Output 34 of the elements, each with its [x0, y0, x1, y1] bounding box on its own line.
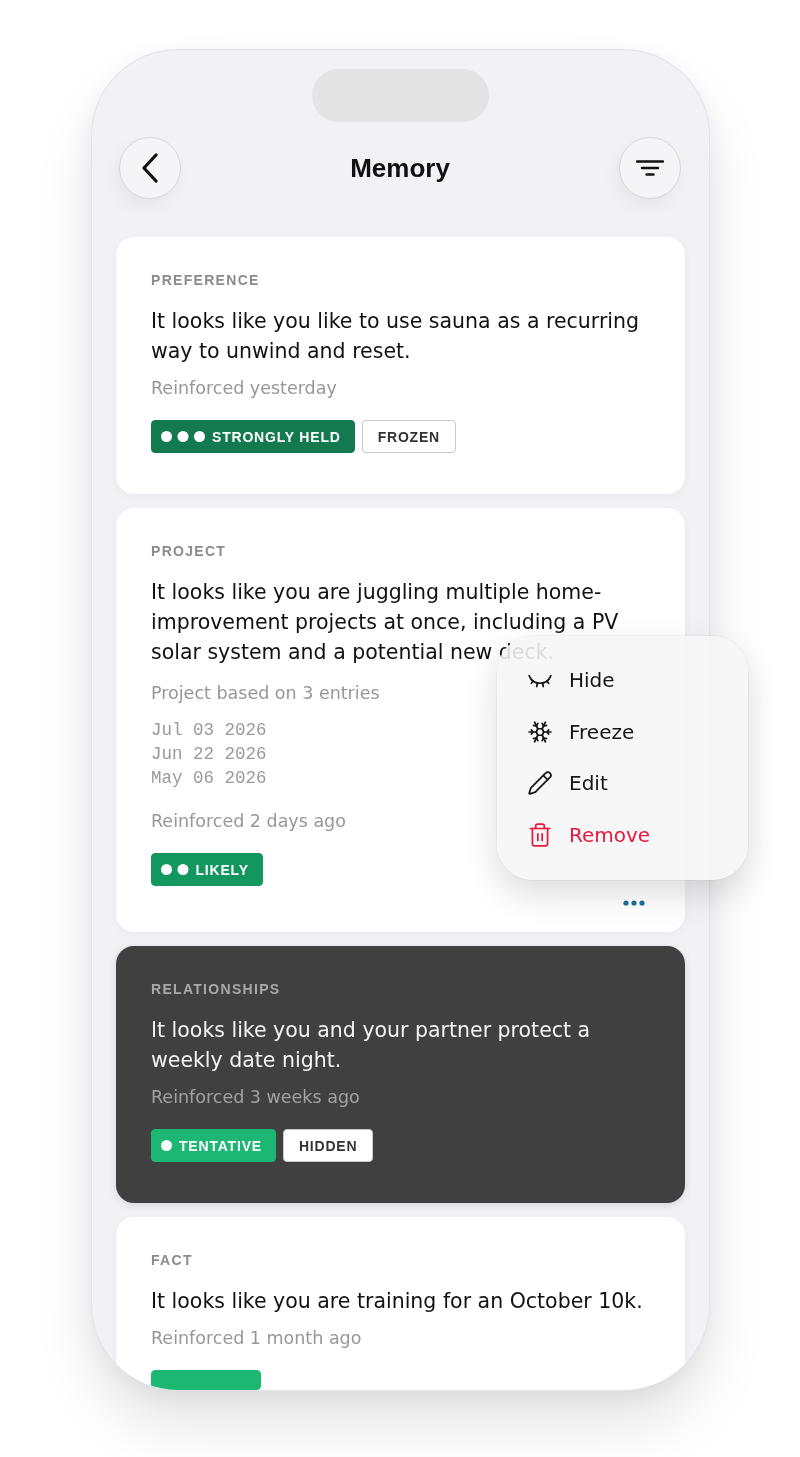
trash-icon [527, 821, 553, 848]
confidence-dots-icon [161, 1140, 172, 1151]
entries-summary: Project based on 3 entries [151, 682, 380, 705]
confidence-tag: LIKELY [151, 853, 263, 886]
confidence-dots-icon [161, 431, 205, 442]
reinforced-time: Reinforced 3 weeks ago [151, 1086, 360, 1109]
entry-date: May 06 2026 [151, 767, 267, 790]
reinforced-time: Reinforced 2 days ago [151, 810, 346, 833]
memory-text: It looks like you are training for an October 10k. [151, 1288, 644, 1315]
status-tag: HIDDEN [282, 1129, 374, 1162]
category-label: FACT [151, 1252, 193, 1269]
chevron-left-icon [141, 153, 159, 183]
menu-item[interactable]: Freeze [527, 705, 728, 758]
menu-item[interactable]: Edit [527, 757, 728, 810]
memory-text: It looks like you and your partner protect a weekly date night. [151, 1017, 592, 1074]
confidence-tag: TENTATIVE [151, 1129, 276, 1162]
confidence-tag: STRONGLY HELD [151, 420, 355, 453]
filter-icon [636, 160, 664, 176]
entry-date: Jul 03 2026 [151, 719, 267, 742]
pencil-icon [527, 770, 553, 797]
confidence-dots-icon [161, 864, 189, 875]
snowflake-icon [527, 718, 553, 745]
reinforced-time: Reinforced 1 month ago [151, 1327, 362, 1350]
category-label: PREFERENCE [151, 272, 260, 289]
category-label: PROJECT [151, 543, 227, 560]
screen-title: Memory [350, 152, 450, 184]
entry-date: Jun 22 2026 [151, 743, 267, 766]
memory-text: It looks like you like to use sauna as a recurring way to unwind and reset. [151, 308, 641, 365]
menu-item[interactable]: Remove [527, 809, 728, 861]
category-label: RELATIONSHIPS [151, 981, 281, 998]
status-tag: FROZEN [361, 420, 456, 453]
more-icon[interactable] [623, 900, 645, 906]
menu-item[interactable]: Hide [527, 654, 728, 706]
reinforced-time: Reinforced yesterday [151, 377, 337, 400]
